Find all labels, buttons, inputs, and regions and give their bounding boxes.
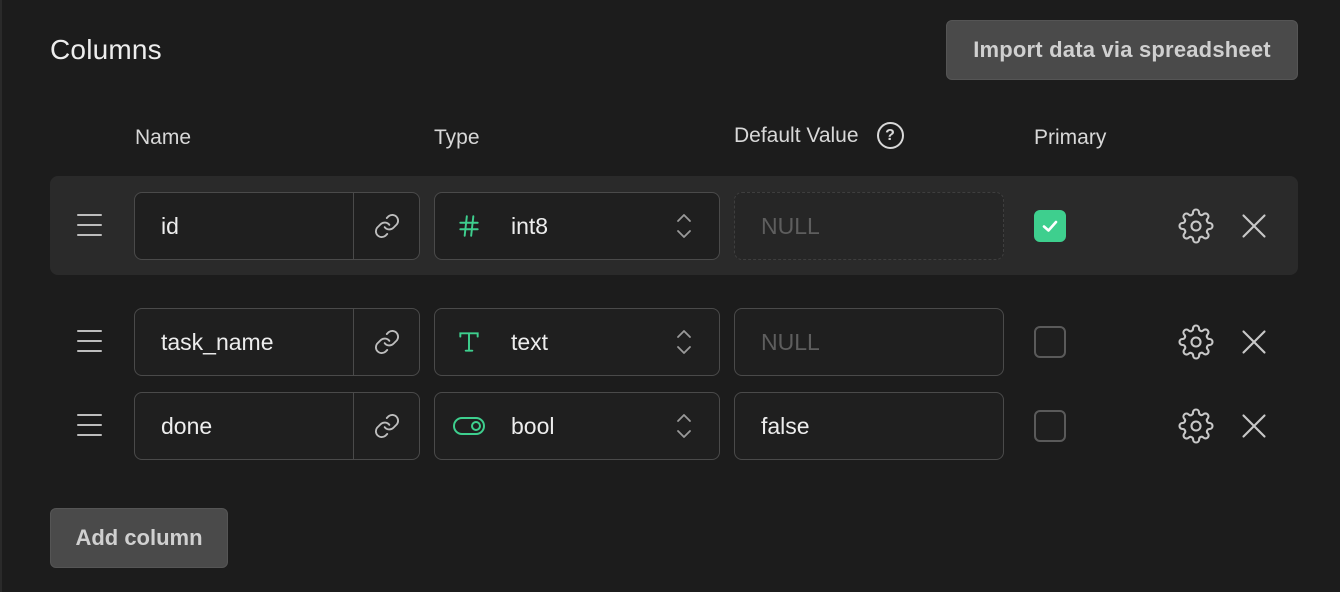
- table-row: done bool false: [0, 392, 1340, 460]
- column-type-select[interactable]: bool: [434, 392, 720, 460]
- section-title: Columns: [50, 34, 162, 65]
- default-value-placeholder: NULL: [761, 328, 820, 355]
- default-value-placeholder: NULL: [761, 212, 820, 239]
- close-icon[interactable]: [1240, 212, 1268, 240]
- chevron-up-down-icon: [649, 411, 719, 441]
- chevron-up-down-icon: [649, 211, 719, 241]
- column-name-field[interactable]: task_name: [134, 308, 420, 376]
- settings-gear-icon[interactable]: [1178, 408, 1214, 444]
- column-type-select[interactable]: text: [434, 308, 720, 376]
- hash-icon: [435, 213, 503, 239]
- column-name-field[interactable]: id: [134, 192, 420, 260]
- column-header-primary: Primary: [1034, 126, 1107, 149]
- column-type-value: int8: [511, 212, 549, 239]
- settings-gear-icon[interactable]: [1178, 324, 1214, 360]
- default-value-input[interactable]: NULL: [734, 192, 1004, 260]
- primary-key-checkbox[interactable]: [1034, 210, 1066, 242]
- drag-handle-icon[interactable]: [77, 414, 102, 436]
- drag-handle-icon[interactable]: [77, 330, 102, 352]
- close-icon[interactable]: [1240, 412, 1268, 440]
- check-icon: [1042, 220, 1058, 232]
- drag-handle-icon[interactable]: [77, 214, 102, 236]
- settings-gear-icon[interactable]: [1178, 208, 1214, 244]
- chevron-up-down-icon: [649, 327, 719, 357]
- column-header-name: Name: [135, 126, 192, 149]
- primary-key-checkbox[interactable]: [1034, 326, 1066, 358]
- help-icon[interactable]: ?: [876, 122, 904, 149]
- column-name-value[interactable]: id: [135, 213, 353, 240]
- primary-key-checkbox[interactable]: [1034, 410, 1066, 442]
- column-type-value: text: [511, 328, 549, 355]
- column-type-select[interactable]: int8: [434, 192, 720, 260]
- table-row: task_name text NULL: [0, 308, 1340, 376]
- add-column-button[interactable]: Add column: [50, 508, 228, 568]
- column-header-default-value-label: Default Value: [734, 123, 859, 147]
- column-name-value[interactable]: done: [135, 413, 353, 440]
- column-header-type: Type: [434, 126, 480, 149]
- panel-border: [0, 0, 2, 592]
- default-value-text: false: [761, 412, 810, 439]
- link-icon[interactable]: [353, 393, 419, 459]
- toggle-icon: [435, 413, 503, 439]
- column-header-default-value: Default Value ?: [734, 122, 904, 149]
- column-name-value[interactable]: task_name: [135, 329, 353, 356]
- link-icon[interactable]: [353, 193, 419, 259]
- default-value-input[interactable]: false: [734, 392, 1004, 460]
- default-value-input[interactable]: NULL: [734, 308, 1004, 376]
- column-type-value: bool: [511, 412, 555, 439]
- close-icon[interactable]: [1240, 328, 1268, 356]
- column-name-field[interactable]: done: [134, 392, 420, 460]
- text-type-icon: [435, 329, 503, 355]
- table-row: id int8 NULL: [0, 192, 1340, 260]
- import-spreadsheet-button[interactable]: Import data via spreadsheet: [946, 20, 1298, 80]
- link-icon[interactable]: [353, 309, 419, 375]
